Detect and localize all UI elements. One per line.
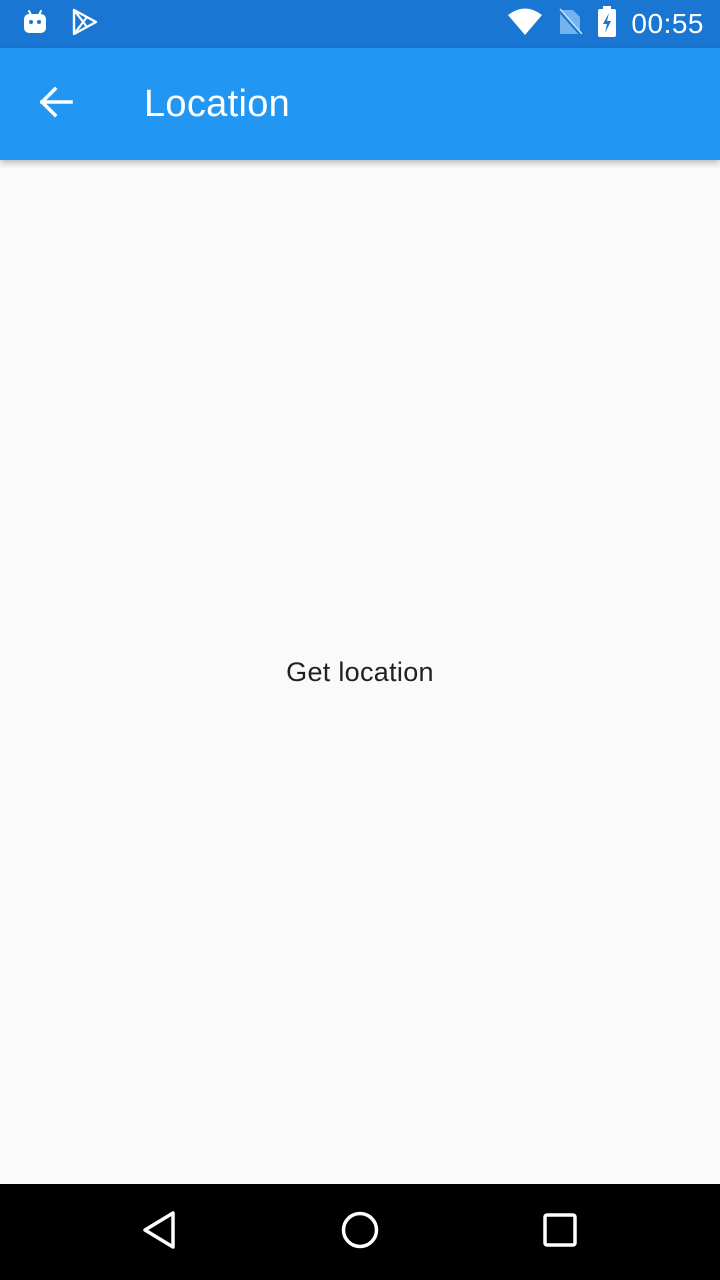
nav-recents-button[interactable] (528, 1200, 592, 1264)
arrow-back-icon (38, 84, 74, 125)
no-sim-icon (557, 7, 584, 42)
nav-back-button[interactable] (128, 1200, 192, 1264)
wifi-icon (507, 8, 543, 41)
status-bar: 00:55 (0, 0, 720, 48)
navigation-bar (0, 1184, 720, 1280)
app-bar: Location (0, 48, 720, 160)
nav-home-button[interactable] (328, 1200, 392, 1264)
get-location-button[interactable]: Get location (260, 640, 460, 704)
android-notification-icon (22, 9, 48, 40)
nav-recents-icon (542, 1212, 578, 1253)
battery-charging-icon (597, 5, 617, 43)
nav-back-icon (140, 1210, 180, 1255)
nav-home-icon (340, 1210, 380, 1255)
status-bar-system: 00:55 (507, 5, 704, 43)
back-button[interactable] (24, 72, 88, 136)
main-content: Get location (0, 160, 720, 1184)
screen: 00:55 Location Get location (0, 0, 720, 1280)
page-title: Location (144, 83, 291, 125)
play-store-icon (70, 8, 98, 41)
status-time: 00:55 (631, 8, 704, 39)
status-bar-notifications (22, 8, 98, 40)
